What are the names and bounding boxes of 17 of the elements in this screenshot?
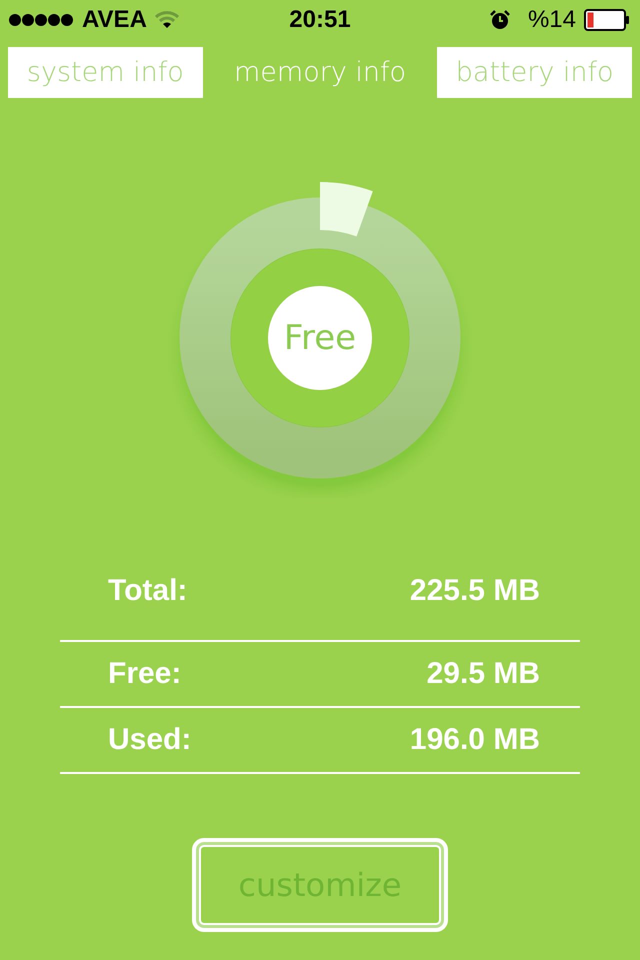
tab[interactable]: battery info bbox=[437, 47, 632, 98]
stat-value: 225.5 MB bbox=[410, 574, 540, 608]
stat-value: 196.0 MB bbox=[410, 723, 540, 757]
stat-label: Free: bbox=[108, 657, 182, 691]
stat-label: Used: bbox=[108, 723, 192, 757]
battery-icon bbox=[584, 9, 630, 31]
alarm-clock-icon bbox=[490, 10, 510, 30]
signal-icon bbox=[8, 13, 74, 27]
wifi-icon bbox=[154, 11, 179, 29]
clock-time: 20:51 bbox=[289, 6, 351, 34]
stat-label: Total: bbox=[108, 574, 188, 608]
tab[interactable]: memory info bbox=[222, 47, 418, 98]
battery-percent: %14 bbox=[528, 6, 576, 34]
tab[interactable]: system info bbox=[8, 47, 203, 98]
carrier-name: AVEA bbox=[82, 6, 147, 34]
stat-value: 29.5 MB bbox=[426, 657, 540, 691]
gauge-label: Free bbox=[284, 318, 356, 358]
